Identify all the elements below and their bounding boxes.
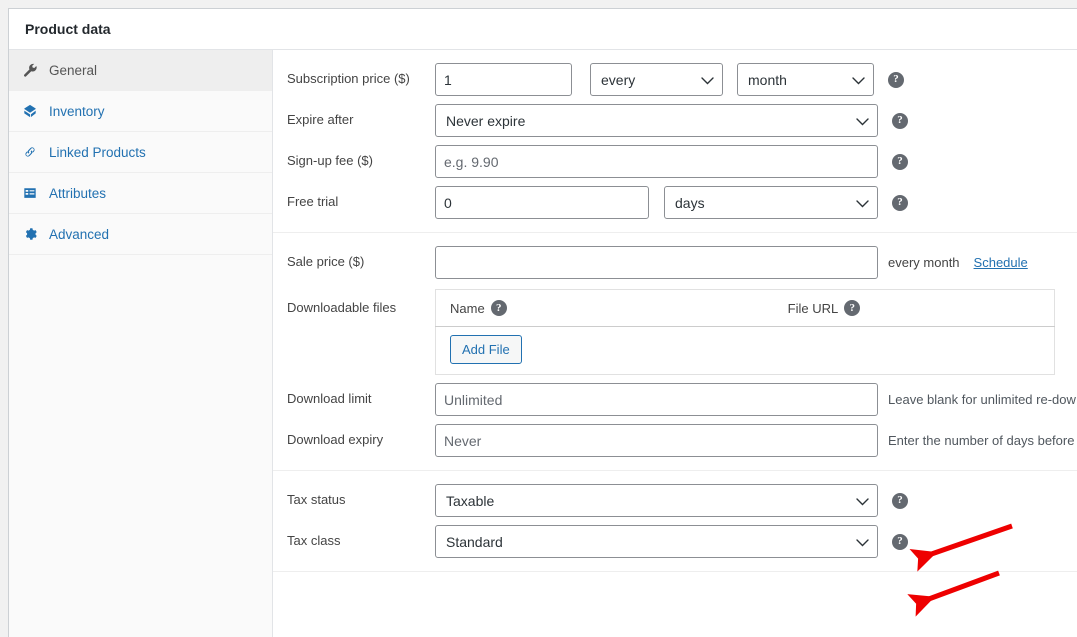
sidebar-item-general[interactable]: General xyxy=(9,50,272,91)
tax-class-select[interactable]: Standard xyxy=(435,525,878,558)
label-download-expiry: Download expiry xyxy=(287,432,384,448)
table-head: Name ? File URL ? xyxy=(435,289,1055,327)
download-expiry-input[interactable] xyxy=(435,424,878,457)
field-tax-class: Tax class Standard ? xyxy=(273,521,1077,562)
table-body: Add File xyxy=(435,326,1055,375)
list-icon xyxy=(23,185,43,201)
label-sale-price: Sale price ($) xyxy=(287,254,365,270)
add-file-button[interactable]: Add File xyxy=(450,335,522,364)
chevron-down-icon xyxy=(856,493,869,509)
helptext-download-limit: Leave blank for unlimited re-dow xyxy=(888,392,1076,407)
help-icon-subscription-price[interactable]: ? xyxy=(888,71,904,88)
product-data-tabs: General Inventory Linked Products Attrib… xyxy=(9,50,273,637)
column-header-file-url: File URL ? xyxy=(773,289,1055,327)
field-download-expiry: Download expiry Enter the number of days… xyxy=(273,420,1077,461)
product-data-panel: Product data General Inventory Linked Pr… xyxy=(8,8,1077,637)
help-icon-file-url[interactable]: ? xyxy=(844,300,861,316)
screenshot-root: Product data General Inventory Linked Pr… xyxy=(0,0,1077,637)
free-trial-input[interactable] xyxy=(435,186,649,219)
sidebar-item-inventory[interactable]: Inventory xyxy=(9,91,272,132)
label-tax-class: Tax class xyxy=(287,533,341,549)
field-expire-after: Expire after Never expire ? xyxy=(273,100,1077,141)
tax-status-select[interactable]: Taxable xyxy=(435,484,878,517)
subscription-interval-value: every xyxy=(601,71,636,88)
column-header-file-url-label: File URL xyxy=(787,300,839,316)
field-tax-status: Tax status Taxable ? xyxy=(273,480,1077,521)
wrench-icon xyxy=(23,62,43,78)
subscription-interval-select[interactable]: every xyxy=(590,63,723,96)
sidebar-item-label: Advanced xyxy=(49,226,110,242)
expire-after-select[interactable]: Never expire xyxy=(435,104,878,137)
tax-class-value: Standard xyxy=(446,533,503,550)
sale-price-suffix: every month xyxy=(888,255,960,270)
label-subscription-price: Subscription price ($) xyxy=(287,71,410,87)
help-icon-tax-class[interactable]: ? xyxy=(892,533,908,550)
chevron-down-icon xyxy=(852,72,865,88)
chevron-down-icon xyxy=(856,195,869,211)
sidebar-item-label: Inventory xyxy=(49,103,105,119)
chevron-down-icon xyxy=(856,113,869,129)
sale-and-downloads-group: Sale price ($) every month Schedule Down… xyxy=(273,233,1077,471)
field-downloadable-files: Downloadable files Name ? File URL ? Add… xyxy=(273,283,1077,379)
table-footer-row: Add File xyxy=(435,326,1055,375)
help-icon-signup-fee[interactable]: ? xyxy=(892,153,908,170)
box-icon xyxy=(23,103,43,119)
schedule-link[interactable]: Schedule xyxy=(974,255,1028,270)
tax-status-value: Taxable xyxy=(446,492,495,509)
help-icon-tax-status[interactable]: ? xyxy=(892,492,908,509)
field-sale-price: Sale price ($) every month Schedule xyxy=(273,242,1077,283)
general-tab-panel: Subscription price ($) every month xyxy=(273,50,1077,637)
sidebar-item-linked-products[interactable]: Linked Products xyxy=(9,132,272,173)
field-download-limit: Download limit Leave blank for unlimited… xyxy=(273,379,1077,420)
signup-fee-input[interactable] xyxy=(435,145,878,178)
field-subscription-price: Subscription price ($) every month xyxy=(273,59,1077,100)
help-icon-free-trial[interactable]: ? xyxy=(892,194,908,211)
column-header-name: Name ? xyxy=(435,289,774,327)
page-title: Product data xyxy=(25,21,111,37)
chevron-down-icon xyxy=(701,72,714,88)
panel-body: General Inventory Linked Products Attrib… xyxy=(9,50,1077,637)
table-header-row: Name ? File URL ? xyxy=(435,289,1055,327)
expire-after-value: Never expire xyxy=(446,112,526,129)
sidebar-item-advanced[interactable]: Advanced xyxy=(9,214,272,255)
field-free-trial: Free trial days ? xyxy=(273,182,1077,223)
free-trial-unit-select[interactable]: days xyxy=(664,186,878,219)
helptext-download-expiry: Enter the number of days before xyxy=(888,433,1075,448)
label-tax-status: Tax status xyxy=(287,492,346,508)
gear-icon xyxy=(23,226,43,242)
help-icon-expire-after[interactable]: ? xyxy=(892,112,908,129)
tax-group: Tax status Taxable ? Tax class Standard … xyxy=(273,471,1077,572)
sidebar-item-label: Linked Products xyxy=(49,144,146,160)
label-free-trial: Free trial xyxy=(287,194,339,210)
chevron-down-icon xyxy=(856,534,869,550)
download-limit-input[interactable] xyxy=(435,383,878,416)
label-expire-after: Expire after xyxy=(287,112,354,128)
subscription-pricing-group: Subscription price ($) every month xyxy=(273,50,1077,233)
subscription-price-input[interactable] xyxy=(435,63,572,96)
add-file-cell: Add File xyxy=(435,326,1055,375)
sidebar-item-label: General xyxy=(49,62,98,78)
field-signup-fee: Sign-up fee ($) ? xyxy=(273,141,1077,182)
sidebar-item-label: Attributes xyxy=(49,185,107,201)
subscription-period-value: month xyxy=(748,71,787,88)
help-icon-file-name[interactable]: ? xyxy=(490,300,507,316)
column-header-name-label: Name xyxy=(450,300,485,316)
sidebar-item-attributes[interactable]: Attributes xyxy=(9,173,272,214)
sale-price-input[interactable] xyxy=(435,246,878,279)
panel-header: Product data xyxy=(9,9,1077,50)
subscription-period-select[interactable]: month xyxy=(737,63,874,96)
label-download-limit: Download limit xyxy=(287,391,372,407)
downloadable-files-table: Name ? File URL ? Add File xyxy=(435,289,1055,375)
label-downloadable-files: Downloadable files xyxy=(287,300,397,315)
label-signup-fee: Sign-up fee ($) xyxy=(287,153,373,169)
link-icon xyxy=(23,144,43,160)
free-trial-unit-value: days xyxy=(675,194,705,211)
